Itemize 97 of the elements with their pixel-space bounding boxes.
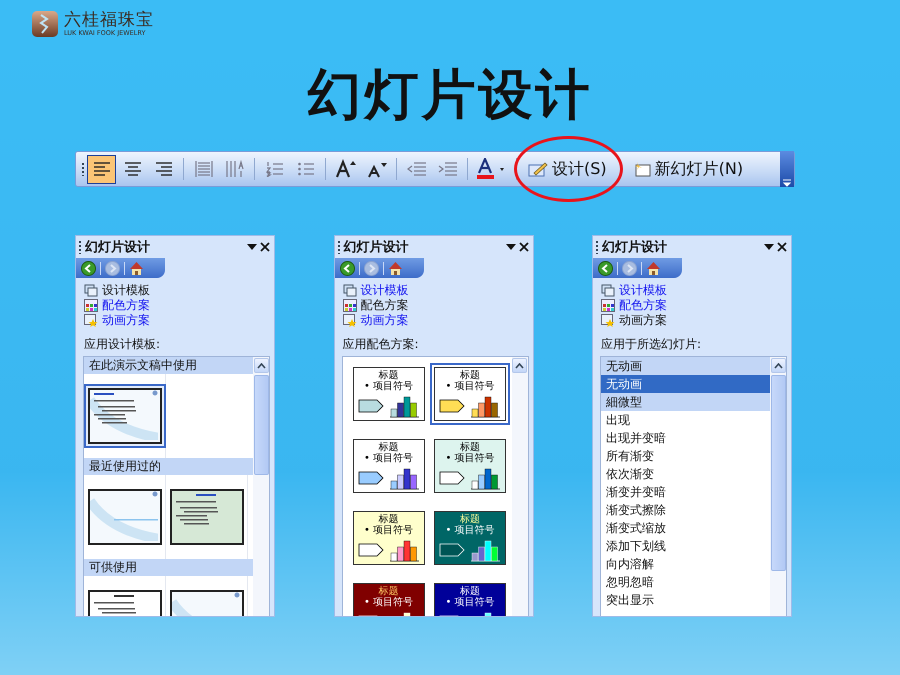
section-label: 应用于所选幻灯片: xyxy=(600,336,702,353)
task-pane-link[interactable]: 动画方案 xyxy=(619,312,667,329)
home-icon[interactable] xyxy=(646,260,661,276)
arrow-and-bar-chart-drawing xyxy=(356,466,420,490)
toolbar-options-button[interactable] xyxy=(780,151,794,187)
logo-icon xyxy=(32,11,58,37)
color-scheme-option[interactable]: 标题 • 项目符号 xyxy=(430,363,510,425)
animation-scheme-item[interactable]: 細微型 xyxy=(601,393,770,411)
task-pane-link[interactable]: 动画方案 xyxy=(360,312,408,329)
color-grid-icon xyxy=(84,299,98,312)
stacked-pages-icon xyxy=(84,284,98,297)
numbered-list-icon xyxy=(266,161,284,177)
scheme-bullet: • 项目符号 xyxy=(445,381,495,392)
scrollbar[interactable] xyxy=(770,357,786,616)
arrow-and-bar-chart-drawing xyxy=(356,394,420,418)
home-icon[interactable] xyxy=(129,260,144,276)
group-heading: 最近使用过的 xyxy=(84,458,253,475)
scheme-title: 标题 xyxy=(378,370,398,381)
scroll-up-icon[interactable] xyxy=(256,362,266,368)
scheme-bullet: • 项目符号 xyxy=(364,597,414,608)
animation-scheme-item[interactable]: 无动画 xyxy=(601,375,770,393)
scheme-bullet: • 项目符号 xyxy=(445,597,495,608)
shrink-font-icon xyxy=(366,160,386,178)
pencil-on-page-icon xyxy=(528,161,548,177)
forward-icon[interactable] xyxy=(622,260,637,276)
task-pane-link[interactable]: 设计模板 xyxy=(102,282,150,299)
scheme-title: 标题 xyxy=(378,514,398,525)
scroll-up-icon[interactable] xyxy=(515,362,524,368)
color-grid-icon xyxy=(601,299,615,312)
scrollbar[interactable] xyxy=(512,357,528,616)
scheme-title: 标题 xyxy=(378,442,398,453)
pane-title: 幻灯片设计 xyxy=(602,239,668,256)
pane-title: 幻灯片设计 xyxy=(85,239,151,256)
section-label: 应用设计模板: xyxy=(83,336,162,353)
stacked-pages-icon xyxy=(342,284,356,297)
group-heading: 在此演示文稿中使用 xyxy=(84,357,253,374)
decrease-indent-icon xyxy=(406,161,426,177)
scheme-bullet: • 项目符号 xyxy=(364,525,414,536)
grow-font-icon xyxy=(334,159,356,179)
scheme-bullet: • 项目符号 xyxy=(364,381,414,392)
template-thumbnail[interactable] xyxy=(84,384,166,448)
home-icon[interactable] xyxy=(388,260,402,276)
task-pane-link[interactable]: 配色方案 xyxy=(360,297,408,314)
back-icon[interactable] xyxy=(81,260,96,276)
bullet-list-icon xyxy=(296,161,314,177)
close-icon[interactable] xyxy=(260,242,270,252)
scheme-bullet: • 项目符号 xyxy=(445,525,495,536)
chevron-down-icon xyxy=(783,179,791,187)
forward-icon[interactable] xyxy=(364,260,378,276)
toolbar-button[interactable]: 设计(S) xyxy=(522,154,613,184)
scrollbar[interactable] xyxy=(253,357,269,616)
scheme-title: 标题 xyxy=(378,586,398,597)
color-grid-icon xyxy=(342,299,356,312)
dropdown-arrow-icon[interactable] xyxy=(764,242,774,252)
animation-scheme-item[interactable]: 无动画 xyxy=(601,357,770,375)
group-heading: 可供使用 xyxy=(84,559,253,576)
dropdown-arrow-icon[interactable] xyxy=(506,242,516,252)
align-center-icon xyxy=(124,161,142,177)
close-icon[interactable] xyxy=(518,242,528,252)
back-icon[interactable] xyxy=(340,260,354,276)
scroll-up-icon[interactable] xyxy=(774,362,782,368)
slide-title: 幻灯片设计 xyxy=(306,63,594,127)
dropdown-arrow-icon[interactable] xyxy=(247,242,257,252)
section-label: 应用配色方案: xyxy=(342,336,420,353)
back-icon[interactable] xyxy=(598,260,613,276)
increase-indent-icon xyxy=(438,161,458,177)
vertical-text-icon xyxy=(224,160,244,178)
close-icon[interactable] xyxy=(777,242,787,252)
grip-icon xyxy=(82,162,85,176)
forward-icon[interactable] xyxy=(105,260,120,276)
task-pane-link[interactable]: 动画方案 xyxy=(102,312,150,329)
scheme-bullet: • 项目符号 xyxy=(364,453,414,464)
brand-name: 六桂福珠宝 xyxy=(64,12,154,29)
task-pane-link[interactable]: 设计模板 xyxy=(360,282,408,299)
grip-icon xyxy=(596,240,599,254)
pane-title: 幻灯片设计 xyxy=(344,239,410,256)
scheme-title: 标题 xyxy=(460,370,480,381)
toolbar-button[interactable]: 新幻灯片(N) xyxy=(626,154,750,184)
task-pane-link[interactable]: 配色方案 xyxy=(619,297,667,314)
grip-icon xyxy=(79,240,82,254)
arrow-and-bar-chart-drawing xyxy=(438,394,502,418)
scheme-title: 标题 xyxy=(460,514,480,525)
scheme-bullet: • 项目符号 xyxy=(445,453,495,464)
arrow-and-bar-chart-drawing xyxy=(438,466,502,490)
arrow-and-bar-chart-drawing xyxy=(356,538,420,562)
grip-icon xyxy=(338,240,340,254)
new-slide-icon xyxy=(632,161,651,177)
arrow-and-bar-chart-drawing xyxy=(438,538,502,562)
scheme-title: 标题 xyxy=(460,442,480,453)
align-right-icon xyxy=(154,161,172,177)
stacked-pages-icon xyxy=(601,284,615,297)
align-left-icon xyxy=(92,161,110,177)
task-pane-link[interactable]: 设计模板 xyxy=(619,282,667,299)
toolbar-button[interactable] xyxy=(87,154,116,184)
task-pane-link[interactable]: 配色方案 xyxy=(102,297,150,314)
scheme-title: 标题 xyxy=(460,586,480,597)
distribute-icon xyxy=(194,160,212,178)
